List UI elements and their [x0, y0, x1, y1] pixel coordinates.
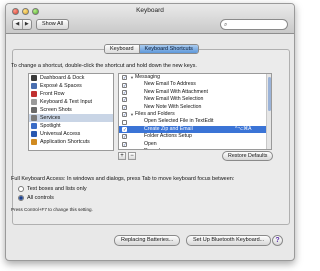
category-item[interactable]: Keyboard & Text Input [29, 98, 113, 106]
category-label: Front Row [40, 91, 65, 97]
window-title: Keyboard [136, 7, 164, 14]
shortcut-label: Messaging [134, 74, 161, 80]
category-label: Dashboard & Dock [40, 75, 85, 81]
shortcut-row[interactable]: ✓ Create Zip and Email ^⌥⌘A [119, 125, 271, 134]
shortcut-row[interactable]: ✓ New Email With Selection [119, 96, 271, 103]
back-forward-control: ◀ ▶ [12, 19, 32, 30]
tab-keyboard[interactable]: Keyboard [105, 45, 139, 53]
category-label: Keyboard & Text Input [40, 99, 93, 105]
shortcut-label: Create Zip and Email [144, 125, 193, 132]
category-item[interactable]: Universal Access [29, 130, 113, 138]
shortcut-group-row[interactable]: ✓ ▼ Messaging [119, 74, 271, 81]
radio-button[interactable] [18, 186, 24, 192]
shortcut-checkbox[interactable]: ✓ [122, 149, 127, 150]
bluetooth-keyboard-setup-button[interactable]: Set Up Bluetooth Keyboard... [186, 235, 272, 246]
title-bar: Keyboard ◀ ▶ Show All ⌕ [6, 4, 294, 34]
shortcut-list[interactable]: ✓ ▼ Messaging ✓ New Email To Address ✓ New Ema… [118, 73, 272, 150]
scrollbar-thumb[interactable] [268, 77, 271, 111]
shortcut-checkbox[interactable]: ✓ [122, 126, 127, 132]
front-row-icon [31, 91, 37, 97]
shortcut-label: New Note With Selection [144, 103, 202, 110]
radio-text-boxes-only[interactable]: Text boxes and lists only [18, 186, 87, 192]
shortcut-checkbox[interactable]: ✓ [122, 75, 127, 81]
dashboard-icon [31, 75, 37, 81]
keyboard-access-hint: Press Control+F7 to change this setting. [11, 207, 93, 212]
category-label: Application Shortcuts [40, 139, 90, 145]
universal-access-icon [31, 131, 37, 137]
shortcut-keys: ^⌥⌘A [235, 125, 252, 132]
category-label: Exposé & Spaces [40, 83, 82, 89]
help-button[interactable]: ? [272, 235, 283, 246]
magnifier-icon: ⌕ [224, 22, 228, 28]
preferences-window: Keyboard ◀ ▶ Show All ⌕ Keyboard Keyboar… [5, 3, 295, 261]
shortcut-checkbox[interactable]: ✓ [122, 104, 127, 110]
shortcut-checkbox[interactable]: ✓ [122, 89, 127, 95]
category-item[interactable]: Spotlight [29, 122, 113, 130]
search-field[interactable]: ⌕ [220, 19, 288, 30]
shortcut-group-row[interactable]: ✓ ▼ Files and Folders [119, 111, 271, 118]
shortcut-row[interactable]: ✓ New Email To Address [119, 81, 271, 88]
radio-label: Text boxes and lists only [27, 186, 87, 192]
keyboard-icon [31, 99, 37, 105]
show-all-button[interactable]: Show All [36, 19, 70, 30]
back-arrow-icon[interactable]: ◀ [13, 20, 23, 29]
disclosure-triangle-icon[interactable]: ▼ [130, 74, 134, 81]
expose-icon [31, 83, 37, 89]
category-item[interactable]: Dashboard & Dock [29, 74, 113, 82]
replacing-batteries-button[interactable]: Replacing Batteries... [114, 235, 181, 246]
shortcut-label: New Email To Address [144, 81, 196, 88]
shortcut-row[interactable]: ✓ New Note With Selection [119, 104, 271, 111]
app-shortcuts-icon [31, 139, 37, 145]
shortcut-row[interactable]: ✓ Open [119, 141, 271, 148]
shortcut-checkbox[interactable]: ✓ [122, 82, 127, 88]
tab-keyboard-shortcuts[interactable]: Keyboard Shortcuts [138, 45, 198, 53]
shortcut-label: New Email With Selection [144, 96, 204, 103]
add-shortcut-button[interactable]: + [118, 152, 126, 160]
shortcut-label: Open Selected File in TextEdit [144, 118, 214, 125]
category-item[interactable]: Screen Shots [29, 106, 113, 114]
radio-all-controls[interactable]: All controls [18, 195, 54, 201]
shortcut-label: Reveal [130, 148, 160, 149]
shortcut-row[interactable]: ✓ New Email With Attachment [119, 89, 271, 96]
spotlight-icon [31, 123, 37, 129]
forward-arrow-icon[interactable]: ▶ [23, 20, 32, 29]
shortcut-label: New Email With Attachment [144, 88, 208, 95]
category-label: Screen Shots [40, 107, 72, 113]
radio-button[interactable] [18, 195, 24, 201]
category-item[interactable]: Services [29, 114, 113, 122]
category-label: Services [40, 115, 61, 121]
disclosure-triangle-icon[interactable]: ▼ [130, 111, 134, 118]
category-item[interactable]: Exposé & Spaces [29, 82, 113, 90]
remove-shortcut-button[interactable]: − [128, 152, 136, 160]
shortcut-label: Files and Folders [134, 110, 175, 117]
shortcut-checkbox[interactable]: ✓ [122, 97, 127, 103]
screenshot-icon [31, 107, 37, 113]
shortcut-list-scrollbar[interactable] [266, 74, 271, 149]
shortcut-row[interactable]: ✓Reveal [119, 148, 271, 150]
shortcut-checkbox[interactable] [122, 119, 127, 125]
restore-defaults-button[interactable]: Restore Defaults [222, 151, 274, 161]
shortcut-label: Folder Actions Setup [144, 133, 192, 140]
shortcut-checkbox[interactable]: ✓ [122, 141, 127, 147]
full-keyboard-access-label: Full Keyboard Access: In windows and dia… [11, 176, 235, 182]
category-label: Spotlight [40, 123, 61, 129]
category-item[interactable]: Front Row [29, 90, 113, 98]
radio-label: All controls [27, 195, 54, 201]
category-list[interactable]: Dashboard & Dock Exposé & Spaces Front Row… [28, 73, 114, 151]
shortcut-row[interactable]: ✓ Folder Actions Setup [119, 133, 271, 140]
shortcut-checkbox[interactable]: ✓ [122, 112, 127, 118]
tab-bar: Keyboard Keyboard Shortcuts [104, 44, 199, 54]
category-label: Universal Access [40, 131, 81, 137]
shortcut-row[interactable]: Open Selected File in TextEdit [119, 118, 271, 125]
services-icon [31, 115, 37, 121]
shortcut-label: Open [144, 140, 157, 147]
category-item[interactable]: Application Shortcuts [29, 138, 113, 146]
shortcut-checkbox[interactable]: ✓ [122, 134, 127, 140]
instruction-text: To change a shortcut, double-click the s… [11, 63, 197, 69]
